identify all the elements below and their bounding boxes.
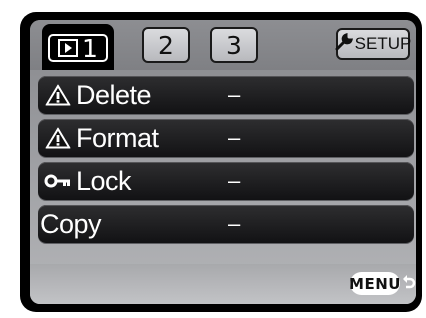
tab-bar: 1 2 3 SETUP bbox=[30, 20, 416, 70]
bottom-hint-bar: MENU bbox=[30, 264, 416, 304]
menu-item-delete[interactable]: Delete – bbox=[38, 76, 414, 114]
tab-setup[interactable]: SETUP bbox=[335, 28, 412, 60]
menu-item-lock[interactable]: Lock – bbox=[38, 162, 414, 200]
menu-item-delete-label: Delete bbox=[76, 79, 152, 110]
tab-playback-1-frame: 1 bbox=[48, 33, 108, 63]
menu-item-format-value: – bbox=[228, 125, 241, 150]
tab-setup-label: SETUP bbox=[354, 34, 412, 53]
playback-icon bbox=[58, 34, 79, 63]
menu-panel: 1 2 3 SETUP Delete – Format – Lock – Cop… bbox=[30, 20, 416, 304]
key-icon bbox=[44, 167, 72, 195]
menu-item-copy-value: – bbox=[228, 211, 241, 236]
tab-3-label: 3 bbox=[226, 30, 242, 60]
warning-icon bbox=[44, 124, 72, 152]
return-arrow-icon bbox=[402, 274, 416, 294]
menu-item-copy-label: Copy bbox=[40, 208, 102, 239]
tab-playback-1[interactable]: 1 bbox=[42, 24, 114, 70]
wrench-icon bbox=[335, 32, 353, 56]
tab-playback-1-label: 1 bbox=[82, 33, 98, 63]
tab-2[interactable]: 2 bbox=[142, 27, 190, 63]
menu-list: Delete – Format – Lock – Copy – bbox=[38, 76, 414, 248]
warning-icon bbox=[44, 81, 72, 109]
menu-button-label: MENU bbox=[349, 274, 401, 293]
tab-2-label: 2 bbox=[158, 30, 174, 60]
menu-item-copy[interactable]: Copy – bbox=[38, 205, 414, 243]
menu-item-format-label: Format bbox=[76, 122, 159, 153]
camera-lcd-screen: 1 2 3 SETUP Delete – Format – Lock – Cop… bbox=[20, 12, 422, 312]
menu-item-lock-value: – bbox=[228, 168, 241, 193]
menu-item-delete-value: – bbox=[228, 82, 241, 107]
menu-button-hint[interactable]: MENU bbox=[349, 272, 401, 295]
menu-item-format[interactable]: Format – bbox=[38, 119, 414, 157]
menu-item-lock-label: Lock bbox=[76, 165, 132, 196]
tab-3[interactable]: 3 bbox=[210, 27, 258, 63]
